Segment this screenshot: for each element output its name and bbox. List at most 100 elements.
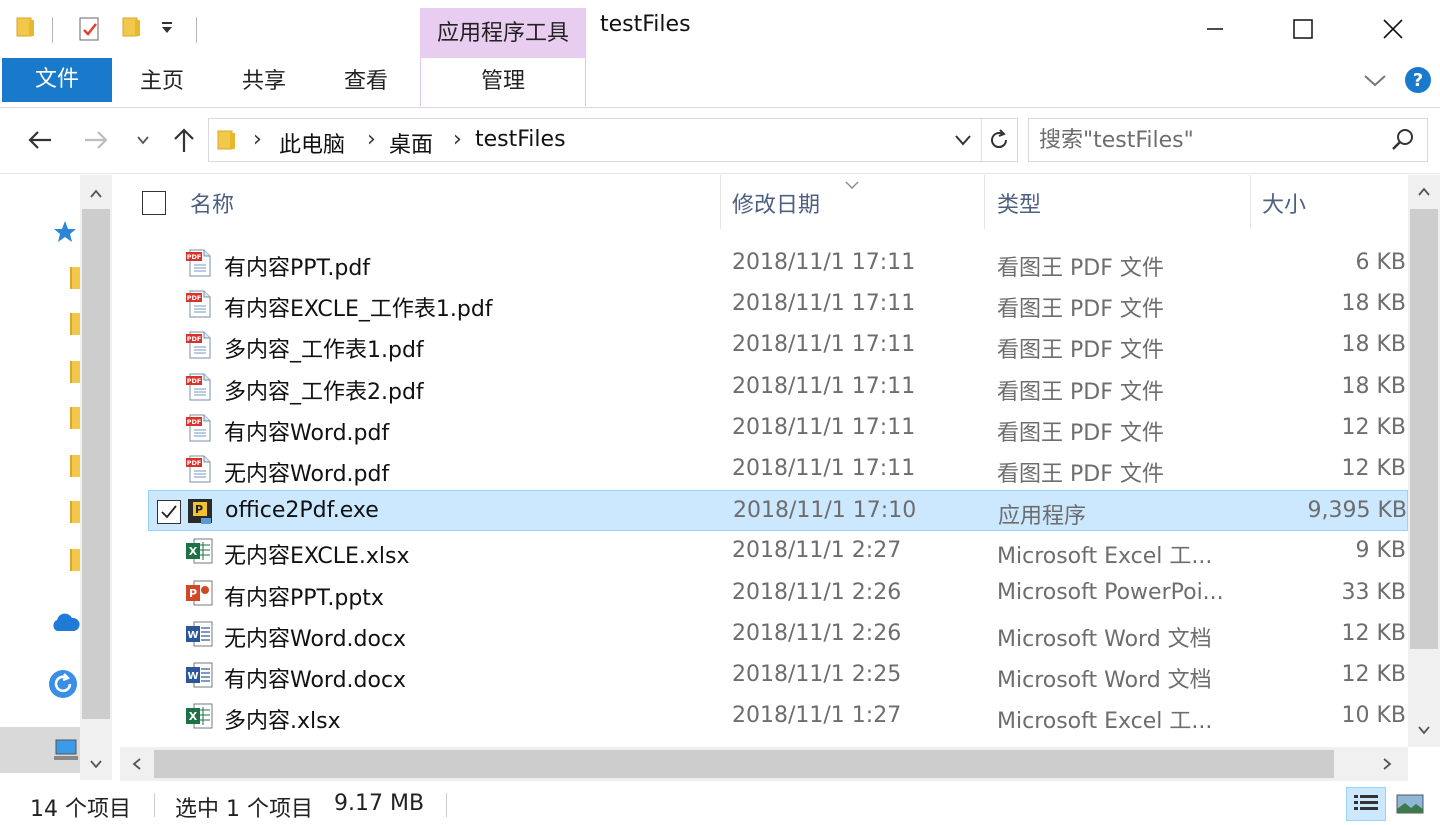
column-header-name[interactable]: 名称 (190, 187, 234, 219)
breadcrumb-separator-icon[interactable]: › (367, 127, 376, 152)
nav-scroll-down-icon[interactable] (81, 749, 111, 779)
context-tab-title: 应用程序工具 (420, 8, 586, 58)
breadcrumb-separator-icon[interactable]: › (453, 127, 462, 152)
breadcrumb-desktop[interactable]: 桌面 (389, 127, 433, 159)
nav-folder-icon[interactable] (70, 407, 80, 429)
file-size: 18 KB (1341, 373, 1406, 399)
scroll-right-icon[interactable] (1372, 749, 1402, 779)
horizontal-scroll-thumb[interactable] (154, 750, 1334, 778)
file-row[interactable]: X 无内容EXCLE.xlsx 2018/11/1 2:27 Microsoft Ex… (148, 531, 1408, 572)
nav-folder-icon[interactable] (70, 361, 80, 383)
breadcrumb-testfiles[interactable]: testFiles (475, 127, 566, 152)
address-bar[interactable]: › 此电脑 › 桌面 › testFiles (208, 118, 1018, 162)
file-size: 10 KB (1341, 703, 1406, 729)
back-button[interactable] (24, 122, 56, 158)
file-size: 6 KB (1355, 250, 1406, 275)
nav-item-this-pc[interactable] (0, 727, 80, 773)
onedrive-icon[interactable] (50, 611, 80, 637)
breadcrumb-separator-icon[interactable]: › (253, 127, 262, 152)
file-list: 名称 修改日期 类型 大小 PDF 有内容PPT.pdf 2018/11/1 17:… (120, 175, 1408, 747)
vertical-scroll-thumb[interactable] (1410, 209, 1438, 649)
scroll-down-icon[interactable] (1409, 715, 1439, 745)
column-header-type[interactable]: 类型 (997, 187, 1041, 219)
file-row[interactable]: PDF 多内容_工作表1.pdf 2018/11/1 17:11 看图王 PDF 文件… (148, 325, 1408, 366)
vertical-scrollbar[interactable] (1408, 175, 1440, 747)
help-icon[interactable]: ? (1404, 66, 1432, 98)
file-name: 多内容_工作表1.pdf (224, 338, 424, 364)
close-button[interactable] (1348, 0, 1438, 58)
nav-folder-icon[interactable] (70, 455, 80, 477)
file-row[interactable]: PDF 无内容Word.pdf 2018/11/1 17:11 看图王 PDF 文件 1… (148, 449, 1408, 490)
refresh-icon[interactable] (987, 128, 1011, 156)
status-selection-size: 9.17 MB (334, 791, 425, 816)
file-row[interactable]: PDF 多内容_工作表2.pdf 2018/11/1 17:11 看图王 PDF 文件… (148, 367, 1408, 408)
tab-view[interactable]: 查看 (316, 58, 416, 106)
forward-button[interactable] (80, 122, 112, 158)
search-box[interactable] (1028, 118, 1428, 162)
word-file-icon: W (184, 619, 214, 649)
address-dropdown-icon[interactable] (953, 131, 973, 153)
status-bar: 14 个项目 选中 1 个项目 9.17 MB (0, 781, 1440, 825)
svg-text:PDF: PDF (187, 335, 202, 343)
properties-icon[interactable] (78, 16, 102, 46)
sync-icon[interactable] (48, 669, 78, 703)
checkmark-icon (161, 505, 177, 519)
file-date: 2018/11/1 17:10 (733, 498, 917, 524)
horizontal-scrollbar[interactable] (120, 747, 1408, 781)
column-header-size[interactable]: 大小 (1262, 187, 1306, 219)
new-folder-icon[interactable] (122, 16, 142, 42)
column-header-date[interactable]: 修改日期 (732, 187, 820, 219)
file-row[interactable]: W 无内容Word.docx 2018/11/1 2:26 Microsoft Wor… (148, 614, 1408, 655)
file-type: Microsoft Word 文档 (997, 668, 1212, 693)
file-row[interactable]: P 有内容PPT.pptx 2018/11/1 2:26 Microsoft Powe… (148, 573, 1408, 614)
large-icons-view-button[interactable] (1390, 787, 1430, 821)
breadcrumb-this-pc[interactable]: 此电脑 (279, 127, 345, 159)
file-row[interactable]: Poffice2Pdf.exe 2018/11/1 17:10 应用程序 9,395 … (148, 490, 1408, 532)
svg-text:?: ? (1413, 70, 1423, 91)
file-size: 9 KB (1355, 538, 1406, 564)
word-file-icon: W (184, 660, 214, 690)
tab-share[interactable]: 共享 (214, 58, 314, 106)
file-row[interactable]: PDF 有内容PPT.pdf 2018/11/1 17:11 看图王 PDF 文件 6 … (148, 243, 1408, 284)
tab-manage[interactable]: 管理 (420, 58, 586, 106)
scroll-left-icon[interactable] (122, 749, 152, 779)
nav-folder-icon[interactable] (70, 313, 80, 335)
file-type: 看图王 PDF 文件 (997, 297, 1164, 323)
column-separator[interactable] (984, 175, 985, 229)
folder-icon[interactable] (16, 16, 36, 42)
details-view-button[interactable] (1346, 787, 1386, 821)
file-row[interactable]: W 有内容Word.docx 2018/11/1 2:25 Microsoft Wor… (148, 655, 1408, 696)
svg-text:PDF: PDF (187, 418, 202, 426)
maximize-button[interactable] (1258, 0, 1348, 58)
search-input[interactable] (1039, 125, 1379, 155)
nav-folder-icon[interactable] (70, 501, 80, 523)
scroll-up-icon[interactable] (1409, 177, 1439, 207)
file-row[interactable]: X 多内容.xlsx 2018/11/1 1:27 Microsoft Excel 工… (148, 696, 1408, 737)
row-checkbox[interactable] (157, 500, 181, 525)
svg-text:PDF: PDF (187, 377, 202, 385)
large-icons-view-icon (1396, 794, 1424, 814)
column-separator[interactable] (720, 175, 721, 229)
file-row[interactable]: PDF 有内容Word.pdf 2018/11/1 17:11 看图王 PDF 文件 1… (148, 408, 1408, 449)
tab-home[interactable]: 主页 (112, 58, 212, 106)
file-date: 2018/11/1 2:27 (732, 538, 902, 564)
nav-pane-scroll-thumb[interactable] (82, 209, 110, 719)
file-row[interactable]: PDF 有内容EXCLE_工作表1.pdf 2018/11/1 17:11 看图王 P… (148, 284, 1408, 325)
customize-toolbar-icon[interactable] (160, 20, 174, 40)
nav-folder-icon[interactable] (70, 549, 80, 571)
recent-locations-button[interactable] (130, 122, 156, 158)
nav-scroll-up-icon[interactable] (81, 179, 111, 209)
up-button[interactable] (168, 122, 200, 158)
file-date: 2018/11/1 17:11 (732, 414, 916, 440)
nav-folder-icon[interactable] (70, 267, 80, 289)
svg-text:PDF: PDF (187, 459, 202, 467)
tab-file[interactable]: 文件 (2, 58, 112, 102)
file-date: 2018/11/1 1:27 (732, 703, 902, 729)
minimize-button[interactable] (1170, 0, 1260, 58)
expand-ribbon-icon[interactable] (1362, 68, 1388, 96)
search-icon[interactable] (1391, 128, 1415, 156)
select-all-checkbox[interactable] (142, 191, 166, 215)
column-header-bar: 名称 修改日期 类型 大小 (120, 175, 1408, 231)
quick-access-star-icon[interactable] (52, 219, 78, 249)
column-separator[interactable] (1250, 175, 1251, 229)
